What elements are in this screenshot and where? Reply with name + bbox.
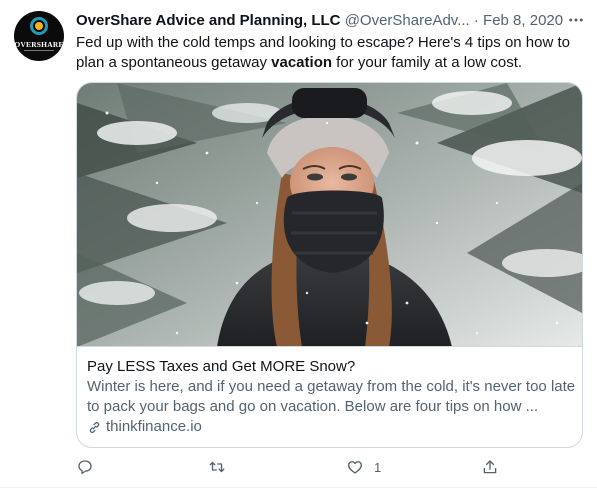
- retweet-icon: [209, 461, 225, 473]
- tweet-text-bold: vacation: [271, 54, 333, 71]
- card-image[interactable]: [77, 83, 582, 347]
- logo-ring-icon: [30, 17, 48, 35]
- card-title: Pay LESS Taxes and Get MORE Snow?: [87, 358, 356, 375]
- avatar-brand-text: OVERSHARE: [14, 40, 64, 49]
- retweet-button[interactable]: [208, 456, 236, 478]
- share-icon: [483, 460, 497, 474]
- action-bar: 1: [76, 456, 506, 478]
- reply-icon: [78, 460, 92, 475]
- author-name[interactable]: OverShare Advice and Planning, LLC: [76, 12, 341, 29]
- like-count: 1: [374, 459, 382, 475]
- tweet-header: OverShare Advice and Planning, LLC @Over…: [76, 11, 576, 31]
- tweet[interactable]: OVERSHARE OverShare Advice and Planning,…: [0, 0, 597, 488]
- reply-button[interactable]: [76, 456, 104, 478]
- card-photo: [77, 83, 582, 346]
- link-icon: [89, 421, 100, 433]
- share-button[interactable]: [481, 456, 499, 478]
- more-options-button[interactable]: [565, 9, 587, 31]
- tweet-date[interactable]: Feb 8, 2020: [483, 12, 563, 29]
- card-domain: thinkfinance.io: [106, 418, 202, 435]
- card-body[interactable]: Pay LESS Taxes and Get MORE Snow? Winter…: [87, 357, 577, 437]
- avatar[interactable]: OVERSHARE: [14, 11, 64, 61]
- card-domain-row: thinkfinance.io: [87, 417, 577, 437]
- link-card[interactable]: Pay LESS Taxes and Get MORE Snow? Winter…: [76, 82, 583, 448]
- tweet-text: Fed up with the cold temps and looking t…: [76, 33, 586, 73]
- tweet-text-part-2: for your family at a low cost.: [332, 54, 523, 71]
- author-handle[interactable]: @OverShareAdv...: [345, 12, 470, 29]
- like-button[interactable]: 1: [346, 456, 381, 478]
- like-icon: [347, 461, 363, 474]
- avatar-divider: [24, 50, 54, 51]
- card-description: Winter is here, and if you need a getawa…: [87, 378, 576, 415]
- header-separator: ·: [473, 12, 479, 29]
- more-icon: [569, 18, 583, 22]
